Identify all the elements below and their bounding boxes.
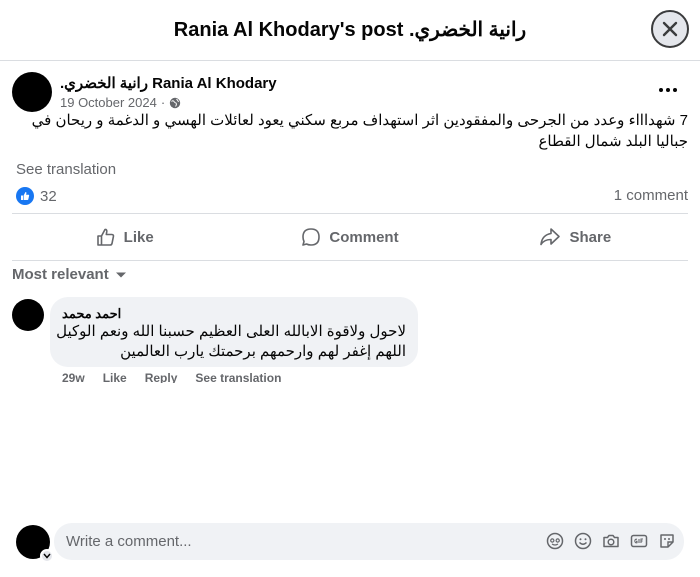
meta-separator: · (160, 95, 166, 110)
more-icon (659, 88, 663, 92)
like-button[interactable]: Like (12, 214, 237, 260)
commenter-name[interactable]: احمد محمد (62, 306, 121, 322)
comment-composer (54, 523, 684, 560)
avatar-icon[interactable] (546, 531, 564, 551)
like-label: Like (123, 228, 154, 246)
more-options-button[interactable] (656, 80, 680, 100)
camera-icon[interactable] (602, 531, 620, 551)
share-icon (540, 228, 561, 246)
like-reaction-icon (16, 187, 34, 205)
comment-reply-button[interactable]: Reply (145, 371, 178, 383)
dialog-title: Rania Al Khodary's post .رانية الخضري (173, 19, 527, 41)
gif-icon[interactable] (630, 531, 648, 551)
comment-count-link[interactable]: 1 comment (614, 187, 688, 204)
comment-button[interactable]: Comment (237, 214, 462, 260)
comments-filter-dropdown[interactable]: Most relevant (12, 266, 127, 283)
comment-text: لاحول ولاقوة الابالله العلى العظيم حسبنا… (56, 323, 406, 360)
reaction-count: 32 (40, 187, 57, 205)
close-button[interactable] (651, 10, 689, 48)
commenter-avatar[interactable] (12, 299, 44, 331)
post-meta: 19 October 2024 · (60, 95, 181, 110)
chevron-down-icon (115, 272, 126, 277)
comment-bubble: احمد محمد لاحول ولاقوة الابالله العلى ال… (50, 297, 418, 367)
share-button[interactable]: Share (463, 214, 688, 260)
post-author-name[interactable]: .رانية الخضري Rania Al Khodary (60, 74, 277, 92)
composer-avatar[interactable] (16, 525, 54, 563)
post-dialog-header: Rania Al Khodary's post .رانية الخضري (0, 0, 700, 61)
emoji-icon[interactable] (574, 531, 592, 551)
comment-icon (302, 228, 321, 246)
globe-icon (170, 97, 181, 108)
comment-age[interactable]: 29w (62, 371, 85, 383)
reaction-summary[interactable]: 32 (16, 187, 57, 205)
comments-filter-label: Most relevant (12, 266, 109, 283)
comment-like-button[interactable]: Like (103, 371, 127, 383)
post-action-bar: Like Comment Share (12, 213, 688, 261)
comment-see-translation[interactable]: See translation (195, 371, 281, 383)
see-translation-link[interactable]: See translation (16, 161, 116, 178)
composer-icons (546, 531, 676, 551)
sticker-icon[interactable] (658, 531, 676, 551)
comment-actions: 29w Like Reply See translation (62, 371, 281, 383)
close-icon (662, 21, 678, 37)
thumbs-up-icon (96, 228, 114, 246)
author-avatar[interactable] (12, 72, 52, 112)
comment-label: Comment (329, 228, 399, 246)
avatar-chevron-icon (40, 549, 54, 563)
share-label: Share (569, 228, 612, 246)
comment-input[interactable] (66, 523, 536, 560)
post-text: 7 شهداااء وعدد من الجرحى والمفقودين اثر … (31, 112, 688, 150)
post-date[interactable]: 19 October 2024 (60, 95, 157, 110)
